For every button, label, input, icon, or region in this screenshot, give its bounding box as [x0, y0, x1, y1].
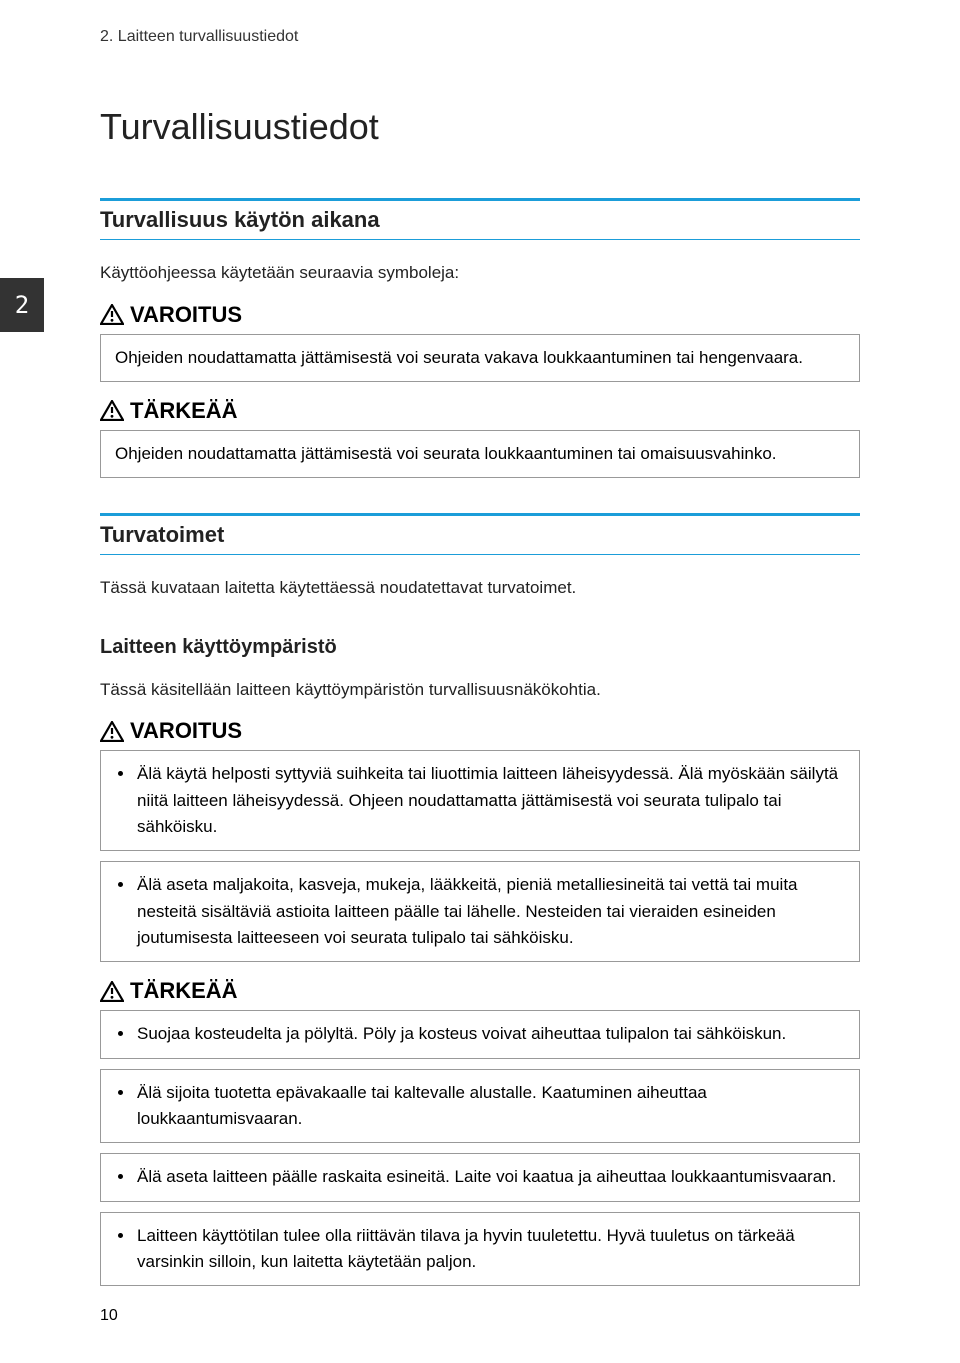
section-tab-number: 2 — [0, 278, 44, 332]
varoitus-block: VAROITUS Älä käytä helposti syttyviä sui… — [100, 718, 860, 962]
list-item: Älä sijoita tuotetta epävakaalle tai kal… — [135, 1080, 845, 1133]
content-column: Turvallisuus käytön aikana Käyttöohjeess… — [100, 198, 860, 1286]
document-page: 2. Laitteen turvallisuustiedot 2 Turvall… — [0, 0, 960, 1363]
list-item: Suojaa kosteudelta ja pölyltä. Pöly ja k… — [135, 1021, 845, 1047]
tarkeaa-bullet-box: Suojaa kosteudelta ja pölyltä. Pöly ja k… — [100, 1010, 860, 1058]
varoitus-header: VAROITUS — [100, 718, 860, 744]
varoitus-label: VAROITUS — [130, 718, 242, 744]
list-item: Laitteen käyttötilan tulee olla riittävä… — [135, 1223, 845, 1276]
varoitus-header: VAROITUS — [100, 302, 860, 328]
warning-icon — [100, 981, 124, 1002]
section-intro: Käyttöohjeessa käytetään seuraavia symbo… — [100, 260, 860, 286]
section-intro: Tässä kuvataan laitetta käytettäessä nou… — [100, 575, 860, 601]
tarkeaa-bullet-box: Laitteen käyttötilan tulee olla riittävä… — [100, 1212, 860, 1287]
section-title: Turvatoimet — [100, 522, 224, 547]
varoitus-bullet-box: Älä aseta maljakoita, kasveja, mukeja, l… — [100, 861, 860, 962]
list-item: Älä aseta laitteen päälle raskaita esine… — [135, 1164, 845, 1190]
varoitus-block: VAROITUS Ohjeiden noudattamatta jättämis… — [100, 302, 860, 382]
tarkeaa-bullet-box: Älä aseta laitteen päälle raskaita esine… — [100, 1153, 860, 1201]
tarkeaa-block: TÄRKEÄÄ Ohjeiden noudattamatta jättämise… — [100, 398, 860, 478]
warning-icon — [100, 400, 124, 421]
chapter-header: 2. Laitteen turvallisuustiedot — [100, 28, 860, 46]
page-title: Turvallisuustiedot — [100, 106, 860, 148]
tarkeaa-label: TÄRKEÄÄ — [130, 978, 238, 1004]
section-bar: Turvallisuus käytön aikana — [100, 198, 860, 240]
tarkeaa-label: TÄRKEÄÄ — [130, 398, 238, 424]
tarkeaa-bullet-box: Älä sijoita tuotetta epävakaalle tai kal… — [100, 1069, 860, 1144]
page-number: 10 — [100, 1307, 118, 1325]
section-title: Turvallisuus käytön aikana — [100, 207, 380, 232]
warning-icon — [100, 721, 124, 742]
varoitus-bullet-box: Älä käytä helposti syttyviä suihkeita ta… — [100, 750, 860, 851]
varoitus-label: VAROITUS — [130, 302, 242, 328]
tarkeaa-block: TÄRKEÄÄ Suojaa kosteudelta ja pölyltä. P… — [100, 978, 860, 1286]
tarkeaa-header: TÄRKEÄÄ — [100, 978, 860, 1004]
varoitus-box: Ohjeiden noudattamatta jättämisestä voi … — [100, 334, 860, 382]
list-item: Älä aseta maljakoita, kasveja, mukeja, l… — [135, 872, 845, 951]
list-item: Älä käytä helposti syttyviä suihkeita ta… — [135, 761, 845, 840]
subsection-title: Laitteen käyttöympäristö — [100, 636, 860, 659]
tarkeaa-box: Ohjeiden noudattamatta jättämisestä voi … — [100, 430, 860, 478]
warning-icon — [100, 304, 124, 325]
section-intro: Tässä käsitellään laitteen käyttöympäris… — [100, 677, 860, 703]
tarkeaa-header: TÄRKEÄÄ — [100, 398, 860, 424]
section-bar: Turvatoimet — [100, 513, 860, 555]
